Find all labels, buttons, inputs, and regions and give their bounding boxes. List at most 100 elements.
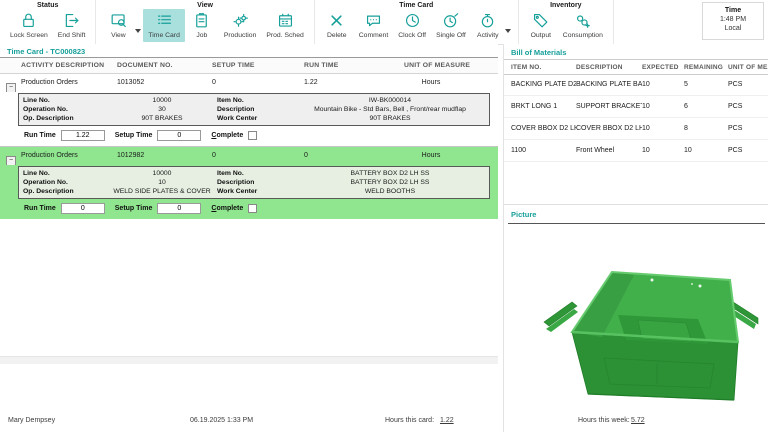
work-center-value: WELD BOOTHS	[295, 187, 485, 196]
picture-title: Picture	[511, 210, 536, 219]
delete-button[interactable]: Delete	[320, 9, 354, 42]
time-card-panel: Time Card - TC000823 ACTIVITY DESCRIPTIO…	[0, 44, 498, 400]
activity-description: Production Orders	[18, 74, 114, 92]
complete-checkbox[interactable]	[248, 131, 257, 140]
time-display-box: Time 1:48 PM Local	[702, 2, 764, 40]
bom-row[interactable]: BACKING PLATE D2 SS BACKING PLATE BAT...…	[504, 74, 768, 96]
item-no: BRKT LONG 1	[511, 96, 576, 117]
line-no-label: Line No.	[23, 96, 107, 105]
prod-sched-button[interactable]: Prod. Sched	[261, 9, 308, 42]
lock-screen-button[interactable]: Lock Screen	[5, 9, 53, 42]
comment-bubble-icon	[364, 11, 383, 30]
timecard-entry-row[interactable]: Production Orders 1012982 0 0 Hours	[0, 147, 498, 165]
timecard-entry-selected: Production Orders 1012982 0 0 Hours Line…	[0, 146, 498, 219]
op-description-label: Op. Description	[23, 114, 107, 123]
col-unit-of-measure: UNIT OF MEASURE	[728, 60, 768, 74]
dropdown-arrow-icon[interactable]	[505, 29, 511, 33]
entry-detail-box: Line No. 10000 Item No. BATTERY BOX D2 L…	[18, 166, 490, 199]
run-time: 0	[301, 147, 401, 165]
status-bar: Mary Dempsey 06.19.2025 1:33 PM Hours th…	[0, 404, 768, 432]
button-label: View	[111, 32, 126, 39]
time-card-button[interactable]: Time Card	[143, 9, 184, 42]
collapse-icon[interactable]	[6, 83, 16, 92]
unit-of-measure: Hours	[401, 74, 498, 92]
expected: 10	[642, 96, 684, 117]
lock-icon	[19, 11, 38, 30]
single-off-button[interactable]: Single Off	[431, 9, 471, 42]
run-time-input[interactable]	[61, 203, 105, 214]
col-run-time: RUN TIME	[301, 58, 401, 73]
section-divider	[504, 204, 768, 205]
item-no-label: Item No.	[217, 169, 295, 178]
right-panel: Bill of Materials ITEM NO. DESCRIPTION E…	[503, 44, 768, 432]
run-time-label: Run Time	[24, 132, 56, 139]
op-description-value: 90T BRAKES	[107, 114, 217, 123]
operation-no-label: Operation No.	[23, 178, 107, 187]
horizontal-scrollbar[interactable]	[0, 356, 498, 364]
production-button[interactable]: Production	[219, 9, 262, 42]
button-label: Output	[531, 32, 551, 39]
activity-button[interactable]: Activity	[471, 9, 505, 42]
entry-input-row: Run Time Setup Time Complete	[0, 200, 498, 216]
clock-off-button[interactable]: Clock Off	[393, 9, 431, 42]
button-label: Prod. Sched	[266, 32, 303, 39]
uom: PCS	[728, 140, 768, 161]
end-shift-button[interactable]: End Shift	[53, 9, 91, 42]
list-icon	[155, 11, 174, 30]
op-description-value: WELD SIDE PLATES & COVER	[107, 187, 217, 196]
setup-time-label: Setup Time	[115, 205, 153, 212]
ribbon-toolbar: Status Lock Screen End Shift View View T…	[0, 0, 768, 45]
stopwatch-icon	[478, 11, 497, 30]
description: SUPPORT BRACKET L...	[576, 96, 642, 117]
setup-time-input[interactable]	[157, 130, 201, 141]
button-label: Activity	[477, 32, 499, 39]
hours-this-card-label: Hours this card:	[385, 417, 434, 424]
op-description-label: Op. Description	[23, 187, 107, 196]
bill-of-materials-title: Bill of Materials	[511, 48, 566, 57]
remaining: 6	[684, 96, 728, 117]
group-label-view: View	[96, 2, 313, 9]
group-label-timecard: Time Card	[315, 2, 518, 9]
bom-row[interactable]: BRKT LONG 1 SUPPORT BRACKET L... 10 6 PC…	[504, 96, 768, 118]
dropdown-arrow-icon[interactable]	[135, 29, 141, 33]
button-label: Comment	[359, 32, 388, 39]
work-center-label: Work Center	[217, 187, 295, 196]
col-expected: EXPECTED	[642, 60, 684, 74]
view-button[interactable]: View	[101, 9, 135, 42]
remaining: 5	[684, 74, 728, 95]
line-no-value: 10000	[107, 169, 217, 178]
ribbon-group-timecard: Time Card Delete Comment Clock Off Singl…	[315, 0, 519, 44]
col-unit-of-measure: UNIT OF MEASURE	[401, 58, 498, 73]
bom-row[interactable]: 1100 Front Wheel 10 10 PCS	[504, 140, 768, 162]
col-setup-time: SETUP TIME	[209, 58, 301, 73]
hours-this-card-value[interactable]: 1.22	[440, 417, 454, 424]
uom: PCS	[728, 74, 768, 95]
remaining: 10	[684, 140, 728, 161]
expected: 10	[642, 140, 684, 161]
job-button[interactable]: Job	[185, 9, 219, 42]
output-button[interactable]: Output	[524, 9, 558, 42]
timecard-entry-row[interactable]: Production Orders 1013052 0 1.22 Hours	[0, 74, 498, 92]
setup-time-label: Setup Time	[115, 132, 153, 139]
picture-rule	[508, 223, 765, 224]
hours-this-week-value[interactable]: 5.72	[631, 417, 645, 424]
button-label: Time Card	[148, 32, 179, 39]
activity-description: Production Orders	[18, 147, 114, 165]
col-document-no: DOCUMENT NO.	[114, 58, 209, 73]
expected: 10	[642, 118, 684, 139]
hours-this-week-label: Hours this week:	[578, 417, 630, 424]
comment-button[interactable]: Comment	[354, 9, 393, 42]
green-battery-box-image	[542, 260, 762, 408]
consumption-button[interactable]: Consumption	[558, 9, 608, 42]
bom-row[interactable]: COVER BBOX D2 LH... COVER BBOX D2 LH... …	[504, 118, 768, 140]
setup-time-input[interactable]	[157, 203, 201, 214]
group-label-inventory: Inventory	[519, 2, 613, 9]
item-no-value: BATTERY BOX D2 LH SS	[295, 169, 485, 178]
tag-icon	[531, 11, 550, 30]
collapse-icon[interactable]	[6, 156, 16, 165]
complete-label: Complete	[211, 205, 243, 212]
run-time-input[interactable]	[61, 130, 105, 141]
complete-checkbox[interactable]	[248, 204, 257, 213]
unit-of-measure: Hours	[401, 147, 498, 165]
entry-input-row: Run Time Setup Time Complete	[0, 127, 498, 143]
